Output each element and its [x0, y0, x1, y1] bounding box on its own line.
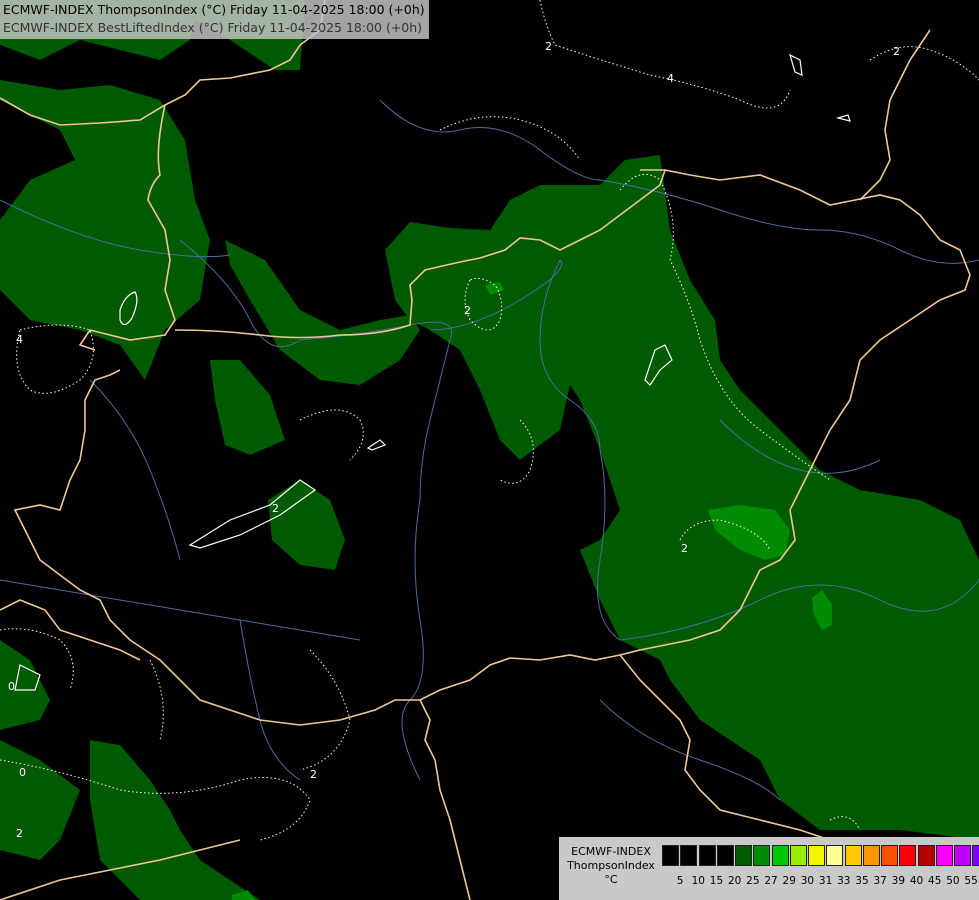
- legend-parameter: ThompsonIndex: [567, 859, 655, 872]
- contour-label: 0: [8, 680, 15, 693]
- legend-tick-label: 33: [837, 875, 851, 887]
- legend-tick-spacer: [662, 875, 671, 887]
- legend-swatch: [789, 845, 807, 866]
- legend-swatch: [771, 845, 789, 866]
- legend-tick-label: 35: [855, 875, 869, 887]
- legend-swatch: [862, 845, 880, 866]
- legend-unit: °C: [604, 873, 618, 886]
- contour-label: 2: [545, 40, 552, 53]
- legend-swatch: [698, 845, 716, 866]
- legend-swatch: [826, 845, 844, 866]
- legend-swatch: [881, 845, 898, 866]
- legend-swatch: [735, 845, 752, 866]
- contour-label: 2: [272, 502, 279, 515]
- contour-label: 0: [19, 766, 26, 779]
- map-title-best-lifted-index: ECMWF-INDEX BestLiftedIndex (°C) Friday …: [3, 20, 423, 35]
- legend-swatches: [662, 845, 979, 866]
- legend-tick-label: 15: [709, 875, 724, 887]
- legend-swatch: [917, 845, 935, 866]
- legend-ticks: 51015202527293031333537394045505560: [662, 875, 979, 887]
- legend-swatch: [972, 845, 979, 866]
- legend-tick-label: 10: [691, 875, 705, 887]
- legend-tick-label: 37: [873, 875, 887, 887]
- legend-tick-label: 29: [782, 875, 796, 887]
- contour-label: 2: [681, 542, 688, 555]
- weather-map: 2 4 2 4 2 2 0 0 2 2 2: [0, 0, 979, 900]
- contour-label: 4: [16, 333, 23, 346]
- map-title-thompson-index: ECMWF-INDEX ThompsonIndex (°C) Friday 11…: [3, 2, 425, 17]
- legend-label: ECMWF-INDEX ThompsonIndex °C: [563, 845, 659, 887]
- legend-tick-label: 39: [891, 875, 906, 887]
- legend-swatch: [716, 845, 734, 866]
- legend-tick-label: 27: [764, 875, 778, 887]
- contour-label: 2: [16, 827, 23, 840]
- contour-label: 4: [667, 72, 674, 85]
- map-title-box: ECMWF-INDEX ThompsonIndex (°C) Friday 11…: [0, 0, 429, 39]
- legend-tick-label: 20: [727, 875, 742, 887]
- color-legend: ECMWF-INDEX ThompsonIndex °C 5 10 15 20 25 27…: [559, 837, 979, 900]
- legend-tick-label: 30: [800, 875, 815, 887]
- legend-tick-label: 5: [676, 875, 684, 887]
- legend-tick-label: 31: [818, 875, 833, 887]
- legend-swatch: [935, 845, 953, 866]
- legend-swatch: [808, 845, 825, 866]
- legend-tick-label: 40: [909, 875, 924, 887]
- legend-swatch: [954, 845, 971, 866]
- legend-swatch: [662, 845, 679, 866]
- legend-swatch: [753, 845, 771, 866]
- legend-swatch: [899, 845, 917, 866]
- legend-model: ECMWF-INDEX: [571, 845, 651, 858]
- legend-tick-label: 50: [946, 875, 960, 887]
- legend-swatch: [680, 845, 698, 866]
- contour-label: 2: [893, 45, 900, 58]
- legend-tick-label: 45: [928, 875, 942, 887]
- legend-tick-label: 55: [964, 875, 978, 887]
- contour-label: 2: [464, 304, 471, 317]
- legend-swatch: [844, 845, 862, 866]
- contour-label: 2: [310, 768, 317, 781]
- legend-tick-label: 25: [746, 875, 760, 887]
